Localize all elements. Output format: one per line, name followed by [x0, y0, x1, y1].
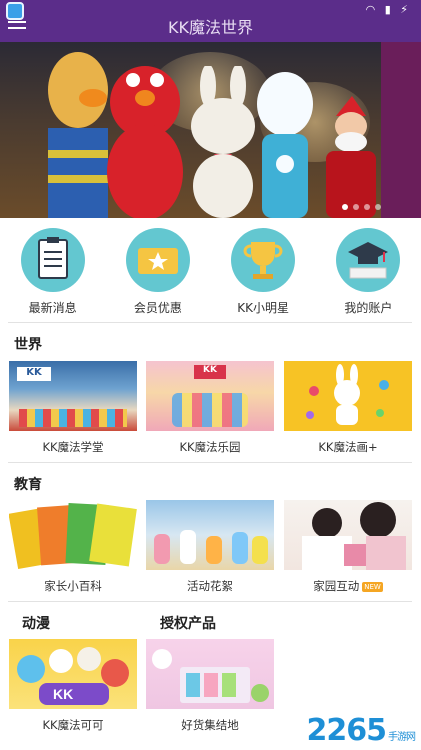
carousel-dot[interactable] [375, 204, 381, 210]
graduation-cap-icon [336, 228, 401, 292]
quick-nav-news[interactable]: 最新消息 [8, 228, 98, 318]
section-title-licensed-products: 授权产品 [160, 616, 216, 632]
card-parent-encyclopedia[interactable]: 家长小百科 [9, 500, 137, 594]
card-home-school-interaction[interactable]: 家园互动 NEW [284, 500, 412, 594]
mascot-tooth [257, 72, 313, 218]
card-label: 家长小百科 [44, 579, 102, 593]
carousel-dots[interactable] [342, 204, 381, 210]
quick-nav: 最新消息 会员优惠 KK小明星 我的账户 [0, 228, 421, 318]
carousel-dot[interactable] [364, 204, 370, 210]
card-thumbnail: KK [146, 361, 274, 431]
card-thumbnail: KK [9, 361, 137, 431]
quick-nav-label: 我的账户 [344, 301, 393, 315]
card-label-text: 家园互动 [313, 579, 360, 593]
divider [8, 601, 412, 602]
card-thumbnail: KK [9, 639, 137, 709]
card-label: 好货集结地 [181, 718, 239, 732]
card-kk-magic-coco[interactable]: KK KK魔法可可 [9, 639, 137, 733]
quick-nav-kk-star[interactable]: KK小明星 [218, 228, 308, 318]
card-kk-magic-park[interactable]: KK KK魔法乐园 [146, 361, 274, 455]
card-kk-magic-draw-plus[interactable]: KK魔法画+ [284, 361, 412, 455]
card-thumbnail [9, 500, 137, 570]
trophy-icon [231, 228, 296, 292]
divider [8, 462, 412, 463]
section-title-education: 教育 [14, 477, 42, 493]
card-activity-highlights[interactable]: 活动花絮 [146, 500, 274, 594]
section-title-anime: 动漫 [22, 616, 50, 632]
new-badge: NEW [362, 581, 383, 592]
section-title-world: 世界 [14, 337, 42, 353]
card-label: KK魔法乐园 [179, 440, 241, 454]
svg-text:KK: KK [53, 686, 73, 702]
divider [8, 322, 412, 323]
mascot-elmo [107, 66, 183, 218]
banner-tree [381, 42, 421, 218]
card-thumbnail [146, 639, 274, 709]
quick-nav-member-offers[interactable]: 会员优惠 [113, 228, 203, 318]
quick-nav-my-account[interactable]: 我的账户 [323, 228, 413, 318]
watermark-subtext: 手游网 [388, 732, 416, 743]
card-label: 活动花絮 [187, 579, 233, 593]
carousel-dot[interactable] [353, 204, 359, 210]
mascot-santa [326, 96, 376, 218]
quick-nav-label: KK小明星 [237, 301, 289, 315]
card-thumbnail [284, 500, 412, 570]
ticket-star-icon [125, 228, 190, 292]
card-label: KK魔法可可 [42, 718, 104, 732]
card-thumbnail [146, 500, 274, 570]
site-watermark: 2265 手游网 [306, 713, 417, 748]
card-kk-magic-school[interactable]: KK KK魔法学堂 [9, 361, 137, 455]
card-label: KK魔法画+ [318, 440, 378, 454]
carousel-dot[interactable] [342, 204, 348, 210]
card-label: 家园互动 NEW [284, 578, 412, 594]
hero-banner[interactable] [0, 42, 421, 218]
card-goods-hub[interactable]: 好货集结地 [146, 639, 274, 733]
page-title: KK魔法世界 [168, 18, 253, 37]
app-header: KK魔法世界 [0, 18, 421, 42]
watermark-text: 2265 [306, 713, 387, 748]
card-thumbnail [284, 361, 412, 431]
card-label: KK魔法学堂 [42, 440, 104, 454]
quick-nav-label: 最新消息 [28, 301, 77, 315]
quick-nav-label: 会员优惠 [133, 301, 182, 315]
document-icon [20, 228, 85, 292]
